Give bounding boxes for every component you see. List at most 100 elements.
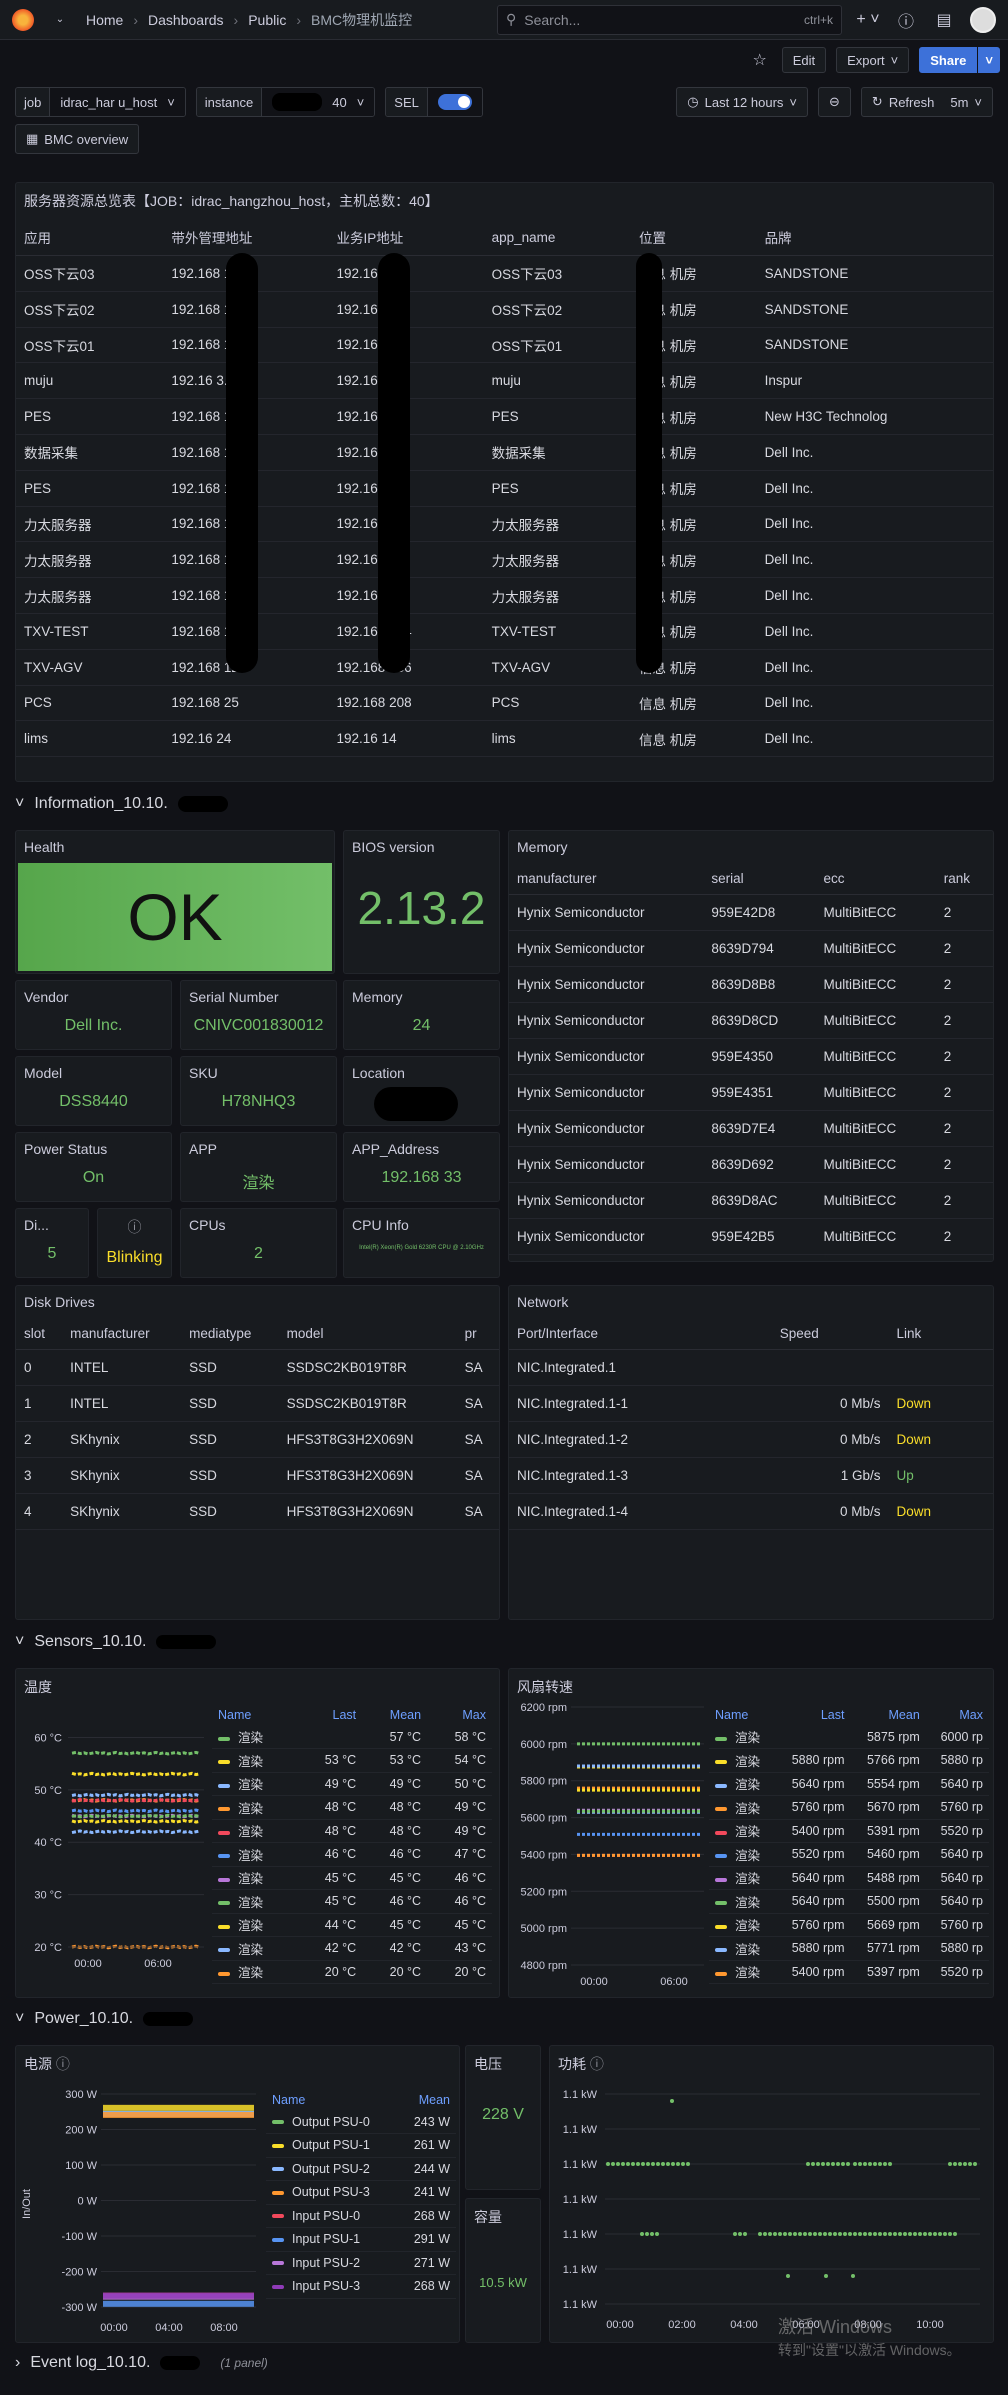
- legend-header[interactable]: Mean: [851, 1705, 926, 1725]
- legend-item[interactable]: 渲染 5760 rpm 5669 rpm 5760 rp: [709, 1913, 989, 1937]
- legend-header[interactable]: Name: [709, 1705, 775, 1725]
- legend-header[interactable]: Mean: [398, 2090, 456, 2110]
- instance-variable[interactable]: instance 40 ˅: [195, 87, 376, 117]
- legend-item[interactable]: 渲染 5760 rpm 5670 rpm 5760 rp: [709, 1795, 989, 1820]
- column-header[interactable]: pr: [456, 1318, 499, 1350]
- legend-item[interactable]: Input PSU-0 268 W: [266, 2204, 456, 2228]
- legend-item[interactable]: 渲染 5520 rpm 5460 rpm 5640 rp: [709, 1842, 989, 1867]
- row-sensors[interactable]: ˅ Sensors_10.10.: [15, 1633, 217, 1651]
- legend-item[interactable]: 渲染 48 °C 48 °C 49 °C: [212, 1819, 492, 1843]
- column-header[interactable]: 应用: [16, 219, 164, 256]
- column-header[interactable]: Speed: [771, 1318, 889, 1350]
- legend-item[interactable]: 渲染 46 °C 46 °C 47 °C: [212, 1842, 492, 1867]
- time-range-picker[interactable]: ◷ Last 12 hours ˅: [676, 87, 808, 117]
- column-header[interactable]: serial: [703, 863, 816, 895]
- legend-item[interactable]: 渲染 53 °C 53 °C 54 °C: [212, 1748, 492, 1773]
- psu-chart[interactable]: In/Out 300 W 200 W 100 W 0 W -100 W -200 W -300…: [16, 2074, 261, 2343]
- crumb-public[interactable]: Public: [248, 12, 286, 28]
- fan-chart[interactable]: 6200 rpm 6000 rpm 5800 rpm 5600 rpm 5400 rpm…: [509, 1697, 707, 1997]
- legend-item[interactable]: 渲染 5400 rpm 5397 rpm 5520 rp: [709, 1960, 989, 1984]
- column-header[interactable]: manufacturer: [509, 863, 704, 895]
- legend-item[interactable]: 渲染 5640 rpm 5554 rpm 5640 rp: [709, 1772, 989, 1796]
- legend-item[interactable]: 渲染 5880 rpm 5771 rpm 5880 rp: [709, 1936, 989, 1961]
- news-icon[interactable]: ▤: [932, 10, 956, 30]
- edit-button[interactable]: Edit: [781, 47, 827, 73]
- column-header[interactable]: app_name: [483, 219, 631, 256]
- legend-header[interactable]: Name: [266, 2090, 398, 2110]
- temperature-chart[interactable]: 00:00 06:00 60 °C 50 °C 40 °C 30 °C 20 °C: [16, 1697, 206, 1997]
- column-header[interactable]: model: [278, 1318, 457, 1350]
- bmc-overview-link[interactable]: ▦ BMC overview: [15, 124, 140, 154]
- column-header[interactable]: Port/Interface: [509, 1318, 772, 1350]
- legend-item[interactable]: Output PSU-1 261 W: [266, 2133, 456, 2158]
- help-icon[interactable]: ⓘ: [894, 8, 918, 32]
- legend-item[interactable]: 渲染 42 °C 42 °C 43 °C: [212, 1936, 492, 1961]
- avatar[interactable]: [970, 6, 996, 33]
- column-header[interactable]: 位置: [630, 219, 757, 256]
- legend-item[interactable]: Input PSU-2 271 W: [266, 2251, 456, 2275]
- series-line[interactable]: [71, 1750, 201, 1756]
- row-event-log[interactable]: › Event log_10.10. (1 panel): [15, 2354, 268, 2372]
- grafana-logo-icon[interactable]: [12, 8, 34, 31]
- series-line[interactable]: [71, 1771, 201, 1777]
- column-header[interactable]: 带外管理地址: [163, 219, 329, 256]
- column-header[interactable]: slot: [16, 1318, 63, 1350]
- legend-header[interactable]: Max: [427, 1705, 492, 1725]
- crumb-home[interactable]: Home: [86, 12, 123, 28]
- legend-item[interactable]: Input PSU-1 291 W: [266, 2227, 456, 2252]
- legend-item[interactable]: 渲染 5640 rpm 5488 rpm 5640 rp: [709, 1866, 989, 1890]
- row-power[interactable]: ˅ Power_10.10.: [15, 2010, 194, 2028]
- legend-item[interactable]: 渲染 45 °C 45 °C 46 °C: [212, 1866, 492, 1890]
- chevron-down-icon[interactable]: ⌄: [48, 14, 72, 25]
- legend-item[interactable]: 渲染 49 °C 49 °C 50 °C: [212, 1772, 492, 1796]
- legend-header[interactable]: Max: [926, 1705, 989, 1725]
- series-line[interactable]: [71, 1808, 201, 1814]
- legend-item[interactable]: 渲染 5640 rpm 5500 rpm 5640 rp: [709, 1889, 989, 1914]
- row-information[interactable]: ˅ Information_10.10.: [15, 795, 228, 813]
- column-header[interactable]: Link: [888, 1318, 993, 1350]
- plus-icon[interactable]: + ˅: [856, 11, 880, 29]
- legend-header[interactable]: Last: [297, 1705, 362, 1725]
- legend-item[interactable]: Input PSU-3 268 W: [266, 2274, 456, 2299]
- refresh-button[interactable]: ↻ Refresh 5m ˅: [860, 87, 993, 117]
- legend-header[interactable]: Name: [212, 1705, 297, 1725]
- column-header[interactable]: 业务IP地址: [328, 219, 484, 256]
- column-header[interactable]: mediatype: [181, 1318, 279, 1350]
- legend-item[interactable]: 渲染 5400 rpm 5391 rpm 5520 rp: [709, 1819, 989, 1843]
- column-header[interactable]: 品牌: [756, 219, 993, 256]
- job-variable[interactable]: job idrac_har u_host ˅: [15, 87, 186, 117]
- series-line[interactable]: [103, 2111, 254, 2118]
- legend-item[interactable]: 渲染 20 °C 20 °C 20 °C: [212, 1960, 492, 1984]
- search-input[interactable]: ⚲ Search... ctrl+k: [497, 4, 842, 35]
- legend-item[interactable]: Output PSU-0 243 W: [266, 2110, 456, 2134]
- sel-variable[interactable]: SEL: [385, 87, 483, 117]
- series-line[interactable]: [103, 2300, 254, 2307]
- legend-item[interactable]: 渲染 45 °C 46 °C 46 °C: [212, 1889, 492, 1914]
- share-menu-button[interactable]: ˅: [978, 47, 1000, 73]
- legend-item[interactable]: 渲染 48 °C 48 °C 49 °C: [212, 1795, 492, 1820]
- crumb-dashboards[interactable]: Dashboards: [148, 12, 224, 28]
- series-line[interactable]: [71, 1792, 201, 1798]
- zoom-out-button[interactable]: ⊖: [818, 87, 851, 117]
- legend-header[interactable]: Mean: [362, 1705, 427, 1725]
- column-header[interactable]: manufacturer: [62, 1318, 182, 1350]
- legend-item[interactable]: Output PSU-2 244 W: [266, 2157, 456, 2181]
- legend-item[interactable]: 渲染 5875 rpm 6000 rp: [709, 1725, 989, 1749]
- star-icon[interactable]: ☆: [748, 50, 772, 70]
- sel-toggle[interactable]: [437, 94, 472, 110]
- share-button[interactable]: Share: [919, 47, 978, 73]
- export-button[interactable]: Export ˅: [836, 47, 910, 73]
- series-line[interactable]: [71, 1829, 201, 1835]
- column-header[interactable]: ecc: [815, 863, 936, 895]
- legend-item[interactable]: 渲染 5880 rpm 5766 rpm 5880 rp: [709, 1748, 989, 1773]
- series-line[interactable]: [103, 2104, 254, 2111]
- legend-item[interactable]: Output PSU-3 241 W: [266, 2180, 456, 2205]
- column-header[interactable]: rank: [935, 863, 993, 895]
- refresh-interval[interactable]: 5m: [950, 95, 968, 110]
- series-line[interactable]: [71, 1818, 201, 1824]
- power-chart[interactable]: 1.1 kW 1.1 kW 1.1 kW 1.1 kW 1.1 kW 1.1 kW 1.1 …: [550, 2074, 990, 2343]
- legend-item[interactable]: 渲染 44 °C 45 °C 45 °C: [212, 1913, 492, 1937]
- legend-header[interactable]: Last: [775, 1705, 850, 1725]
- series-line[interactable]: [103, 2292, 254, 2299]
- legend-item[interactable]: 渲染 57 °C 58 °C: [212, 1725, 492, 1749]
